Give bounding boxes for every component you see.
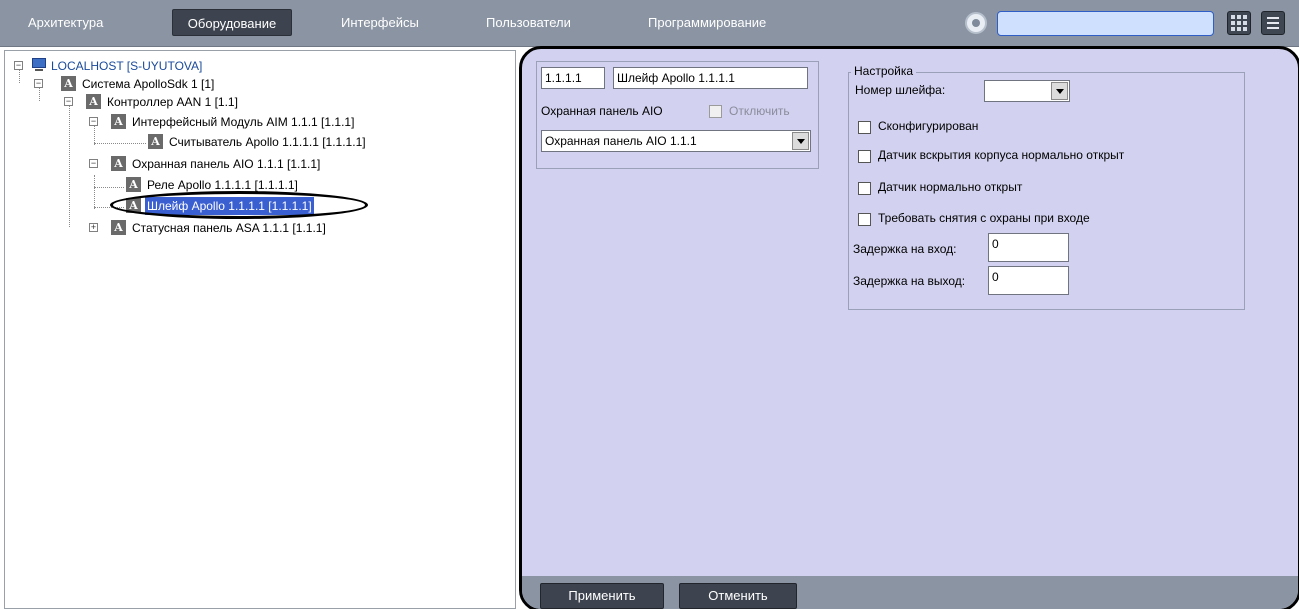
computer-icon [31,58,47,72]
tab-hardware[interactable]: Оборудование [172,9,292,36]
object-id-field[interactable]: 1.1.1.1 [541,67,605,89]
tree-node-label: Интерфейсный Модуль AIM 1.1.1 [1.1.1] [132,115,355,129]
menu-list-icon[interactable] [1261,11,1285,35]
top-menu-bar: Архитектура Оборудование Интерфейсы Поль… [0,0,1299,47]
collapse-icon[interactable]: − [89,117,98,126]
chevron-down-icon[interactable] [792,132,809,150]
exit-delay-input[interactable]: 0 [988,266,1069,295]
device-icon: A [61,76,76,91]
tree-node-asa-status-panel[interactable]: + A Статусная панель ASA 1.1.1 [1.1.1] [89,219,389,237]
tree-node-label: LOCALHOST [S-UYUTOVA] [51,59,203,73]
device-icon: A [111,220,126,235]
parent-panel-select[interactable]: Охранная панель AIO 1.1.1 [541,130,811,152]
configured-label: Сконфигурирован [878,119,979,133]
object-identity-box: 1.1.1.1 Шлейф Apollo 1.1.1.1 Охранная па… [536,61,819,169]
tamper-normally-open-checkbox[interactable] [858,150,871,163]
tab-interfaces[interactable]: Интерфейсы [331,9,429,36]
cancel-button[interactable]: Отменить [679,583,797,609]
tree-node-label: Считыватель Apollo 1.1.1.1 [1.1.1.1] [169,135,366,149]
configured-checkbox[interactable] [858,121,871,134]
disable-checkbox[interactable] [709,105,722,118]
expand-icon[interactable]: + [89,223,98,232]
tamper-normally-open-label: Датчик вскрытия корпуса нормально открыт [878,148,1125,162]
device-icon: A [86,94,101,109]
tree-node-aio-panel[interactable]: − A Охранная панель AIO 1.1.1 [1.1.1] [89,155,389,173]
tab-programming[interactable]: Программирование [638,9,776,36]
loop-number-select[interactable] [984,80,1070,102]
device-icon: A [148,134,163,149]
sensor-normally-open-checkbox[interactable] [858,182,871,195]
hardware-tree: − LOCALHOST [S-UYUTOVA] − A Система Apol… [4,50,516,609]
tree-node-aan-controller[interactable]: − A Контроллер AAN 1 [1.1] [64,93,294,111]
device-icon: A [111,156,126,171]
device-icon: A [126,177,141,192]
tree-node-label: Статусная панель ASA 1.1.1 [1.1.1] [132,221,326,235]
collapse-icon[interactable]: − [14,61,23,70]
collapse-icon[interactable]: − [89,159,98,168]
sensor-normally-open-label: Датчик нормально открыт [878,180,1023,194]
entry-delay-input[interactable]: 0 [988,233,1069,262]
loop-number-label: Номер шлейфа: [855,83,946,97]
device-icon: A [111,114,126,129]
settings-panel: 1.1.1.1 Шлейф Apollo 1.1.1.1 Охранная па… [519,46,1299,609]
tree-node-label: Охранная панель AIO 1.1.1 [1.1.1] [132,157,321,171]
tree-node-apollo-reader[interactable]: A Считыватель Apollo 1.1.1.1 [1.1.1.1] [148,133,408,151]
disarm-on-entry-checkbox[interactable] [858,213,871,226]
search-input[interactable] [997,11,1214,36]
object-name-field[interactable]: Шлейф Apollo 1.1.1.1 [613,67,808,89]
tab-users[interactable]: Пользователи [476,9,581,36]
exit-delay-label: Задержка на выход: [853,274,966,288]
apply-button[interactable]: Применить [540,583,664,609]
tab-architecture[interactable]: Архитектура [18,9,113,36]
chevron-down-icon[interactable] [1051,82,1068,100]
tree-node-label: Система ApolloSdk 1 [1] [82,77,215,91]
camera-icon[interactable] [965,12,987,34]
parent-panel-label: Охранная панель AIO [541,104,663,118]
parent-panel-select-value: Охранная панель AIO 1.1.1 [545,134,697,148]
panel-footer: Применить Отменить [522,576,1298,609]
disable-label: Отключить [729,104,790,118]
selection-highlight-ring [110,191,368,219]
configuration-group-title: Настройка [851,64,917,78]
tree-node-apollo-system[interactable]: − A Система ApolloSdk 1 [1] [34,75,264,93]
tree-node-aim-module[interactable]: − A Интерфейсный Модуль AIM 1.1.1 [1.1.1… [89,113,409,131]
collapse-icon[interactable]: − [34,79,43,88]
tree-node-localhost[interactable]: − LOCALHOST [S-UYUTOVA] [14,57,244,75]
tree-node-label: Контроллер AAN 1 [1.1] [107,95,238,109]
disarm-on-entry-label: Требовать снятия с охраны при входе [878,211,1090,225]
collapse-icon[interactable]: − [64,97,73,106]
layout-grid-icon[interactable] [1227,11,1251,35]
entry-delay-label: Задержка на вход: [853,242,957,256]
